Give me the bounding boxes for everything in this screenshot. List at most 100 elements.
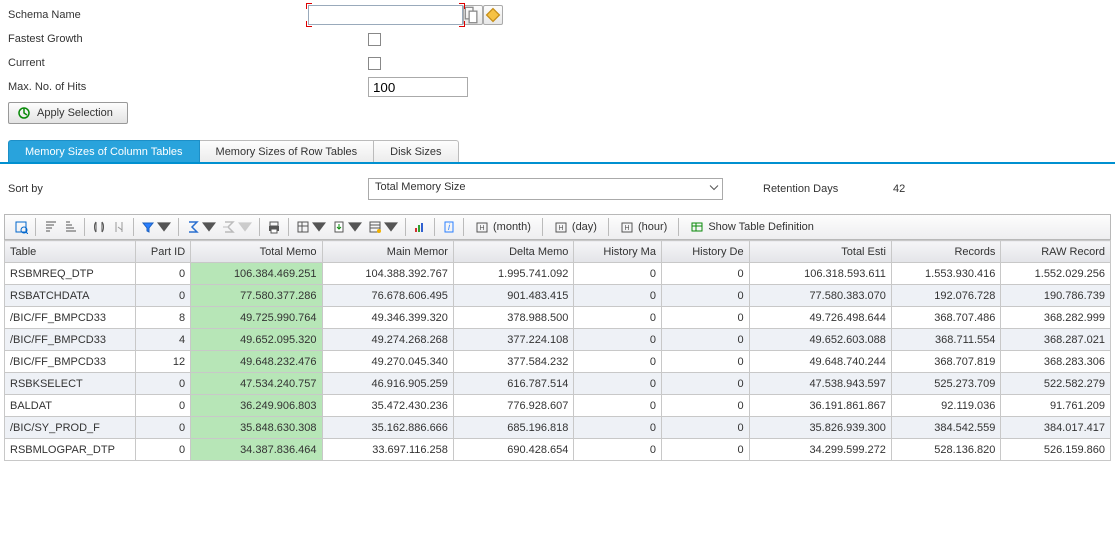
table-row[interactable]: /BIC/FF_BMPCD331249.648.232.47649.270.04…: [5, 351, 1111, 373]
table-row[interactable]: /BIC/FF_BMPCD33449.652.095.32049.274.268…: [5, 329, 1111, 351]
cell: 47.538.943.597: [749, 373, 891, 395]
chart-button[interactable]: [410, 217, 430, 237]
find-button[interactable]: [89, 217, 109, 237]
column-header[interactable]: Total Memo: [191, 241, 322, 263]
cell: 34.387.836.464: [191, 439, 322, 461]
cell: 0: [574, 417, 662, 439]
memory-sizes-table[interactable]: TablePart IDTotal MemoMain MemorDelta Me…: [4, 240, 1111, 461]
current-label: Current: [8, 57, 308, 69]
cell: RSBMLOGPAR_DTP: [5, 439, 136, 461]
history-month-button[interactable]: H(month): [468, 217, 538, 237]
svg-text:H: H: [479, 225, 484, 232]
column-header[interactable]: Total Esti: [749, 241, 891, 263]
table-row[interactable]: RSBMLOGPAR_DTP034.387.836.46433.697.116.…: [5, 439, 1111, 461]
column-header[interactable]: Records: [891, 241, 1001, 263]
cell: 0: [661, 417, 749, 439]
cell: 8: [136, 307, 191, 329]
fastest-growth-label: Fastest Growth: [8, 33, 308, 45]
info-button[interactable]: i: [439, 217, 459, 237]
tab-memory-sizes-of-row-tables[interactable]: Memory Sizes of Row Tables: [200, 140, 375, 162]
print-button[interactable]: [264, 217, 284, 237]
cell: 368.287.021: [1001, 329, 1111, 351]
cell: 49.726.498.644: [749, 307, 891, 329]
column-header[interactable]: Table: [5, 241, 136, 263]
apply-selection-label: Apply Selection: [37, 107, 113, 119]
cell: 384.017.417: [1001, 417, 1111, 439]
sort-asc-button[interactable]: [40, 217, 60, 237]
cell: /BIC/FF_BMPCD33: [5, 351, 136, 373]
cell: 0: [661, 263, 749, 285]
cell: 104.388.392.767: [322, 263, 453, 285]
cell: 0: [574, 307, 662, 329]
schema-value-help-button[interactable]: [463, 5, 483, 25]
sort-by-select[interactable]: Total Memory Size: [368, 178, 723, 200]
max-hits-input[interactable]: [368, 77, 468, 97]
cell: 526.159.860: [1001, 439, 1111, 461]
cell: 384.542.559: [891, 417, 1001, 439]
sort-desc-button[interactable]: [60, 217, 80, 237]
column-header[interactable]: Delta Memo: [453, 241, 573, 263]
cell: 91.761.209: [1001, 395, 1111, 417]
cell: 106.384.469.251: [191, 263, 322, 285]
column-header[interactable]: RAW Record: [1001, 241, 1111, 263]
layout-change-button[interactable]: [365, 217, 401, 237]
cell: BALDAT: [5, 395, 136, 417]
alv-toolbar: i H(month) H(day) H(hour) Show Table Def…: [4, 214, 1111, 240]
cell: 368.711.554: [891, 329, 1001, 351]
cell: 0: [661, 439, 749, 461]
cell: 0: [661, 329, 749, 351]
cell: RSBKSELECT: [5, 373, 136, 395]
cell: 49.346.399.320: [322, 307, 453, 329]
cell: 0: [574, 395, 662, 417]
cell: 378.988.500: [453, 307, 573, 329]
show-table-definition-button[interactable]: Show Table Definition: [683, 217, 821, 237]
export-button[interactable]: [329, 217, 365, 237]
table-row[interactable]: RSBKSELECT 0 47.534.240.75746.916.905.2596…: [5, 373, 1111, 395]
apply-selection-button[interactable]: Apply Selection: [8, 102, 128, 124]
subtotal-button[interactable]: [219, 217, 255, 237]
tab-memory-sizes-of-column-tables[interactable]: Memory Sizes of Column Tables: [8, 140, 200, 162]
cell: 0: [661, 373, 749, 395]
history-hour-button[interactable]: H(hour): [613, 217, 674, 237]
schema-name-input[interactable]: [308, 5, 463, 25]
table-row[interactable]: /BIC/SY_PROD_F035.848.630.30835.162.886.…: [5, 417, 1111, 439]
column-header[interactable]: History Ma: [574, 241, 662, 263]
sum-button[interactable]: [183, 217, 219, 237]
find-next-button[interactable]: [109, 217, 129, 237]
cell: 49.648.740.244: [749, 351, 891, 373]
details-button[interactable]: [11, 217, 31, 237]
column-header[interactable]: Main Memor: [322, 241, 453, 263]
cell: 192.076.728: [891, 285, 1001, 307]
cell: 368.707.819: [891, 351, 1001, 373]
schema-multiselect-button[interactable]: [483, 5, 503, 25]
schema-name-label: Schema Name: [8, 9, 308, 21]
column-header[interactable]: Part ID: [136, 241, 191, 263]
fastest-growth-checkbox[interactable]: [368, 33, 381, 46]
cell: /BIC/SY_PROD_F: [5, 417, 136, 439]
cell: 0: [574, 263, 662, 285]
cell: 77.580.383.070: [749, 285, 891, 307]
tab-disk-sizes[interactable]: Disk Sizes: [374, 140, 458, 162]
cell: 528.136.820: [891, 439, 1001, 461]
current-checkbox[interactable]: [368, 57, 381, 70]
cell: 106.318.593.611: [749, 263, 891, 285]
column-header[interactable]: History De: [661, 241, 749, 263]
cell: 47.534.240.757: [191, 373, 322, 395]
cell: RSBATCHDATA: [5, 285, 136, 307]
cell: 0: [136, 395, 191, 417]
history-day-button[interactable]: H(day): [547, 217, 604, 237]
table-row[interactable]: RSBATCHDATA077.580.377.28676.678.606.495…: [5, 285, 1111, 307]
cell: 377.224.108: [453, 329, 573, 351]
cell: 46.916.905.259: [322, 373, 453, 395]
cell: 690.428.654: [453, 439, 573, 461]
filter-button[interactable]: [138, 217, 174, 237]
cell: 525.273.709: [891, 373, 1001, 395]
cell: 34.299.599.272: [749, 439, 891, 461]
table-row[interactable]: BALDAT036.249.906.80335.472.430.236776.9…: [5, 395, 1111, 417]
table-row[interactable]: /BIC/FF_BMPCD33849.725.990.76449.346.399…: [5, 307, 1111, 329]
cell: 0: [574, 329, 662, 351]
cell: 616.787.514: [453, 373, 573, 395]
layout-view-button[interactable]: [293, 217, 329, 237]
table-row[interactable]: RSBMREQ_DTP0106.384.469.251104.388.392.7…: [5, 263, 1111, 285]
cell: 0: [661, 285, 749, 307]
